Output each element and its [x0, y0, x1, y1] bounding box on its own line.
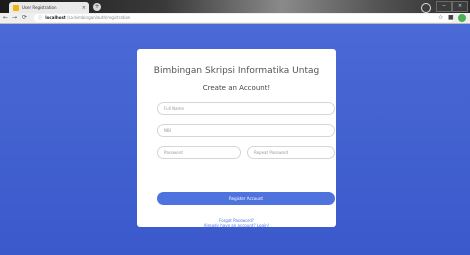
- brand-title: Bimbingan Skripsi Informatika Untag: [153, 66, 320, 76]
- browser-tab[interactable]: User Registration ×: [9, 2, 89, 13]
- repeat-password-input[interactable]: Repeat Password: [247, 146, 335, 159]
- full-name-input[interactable]: Full Name: [157, 102, 335, 115]
- close-window-button[interactable]: ×: [452, 1, 468, 12]
- browser-titlebar: User Registration × + − ×: [0, 0, 470, 13]
- forward-icon[interactable]: →: [12, 14, 17, 22]
- login-link[interactable]: Already have an account? Login!: [137, 223, 336, 228]
- password-input[interactable]: Password: [157, 146, 241, 159]
- extension-icon[interactable]: ■: [448, 14, 454, 22]
- tab-title: User Registration: [22, 5, 57, 10]
- url-host: localhost: [45, 15, 66, 20]
- register-button[interactable]: Register Account: [157, 192, 335, 205]
- registration-card: Bimbingan Skripsi Informatika Untag Crea…: [137, 49, 336, 228]
- browser-toolbar: ← → ⟳ ⓘ localhost /sa-bimbingan/auth/reg…: [0, 13, 470, 24]
- url-path: /sa-bimbingan/auth/registration: [67, 15, 131, 20]
- info-icon: ⓘ: [38, 15, 42, 20]
- avatar[interactable]: [458, 14, 466, 22]
- address-bar[interactable]: ⓘ localhost /sa-bimbingan/auth/registrat…: [34, 14, 454, 22]
- reload-icon[interactable]: ⟳: [22, 14, 27, 22]
- star-icon[interactable]: ☆: [438, 14, 443, 22]
- back-icon[interactable]: ←: [3, 14, 8, 22]
- close-tab-icon[interactable]: ×: [82, 5, 86, 11]
- page-title: Create an Account!: [202, 84, 271, 92]
- new-tab-button[interactable]: +: [93, 3, 101, 11]
- nbi-input[interactable]: NBI: [157, 124, 335, 137]
- profile-icon[interactable]: [421, 3, 431, 13]
- page-background: Bimbingan Skripsi Informatika Untag Crea…: [0, 24, 470, 255]
- minimize-button[interactable]: −: [436, 1, 452, 12]
- favicon-icon: [13, 4, 19, 11]
